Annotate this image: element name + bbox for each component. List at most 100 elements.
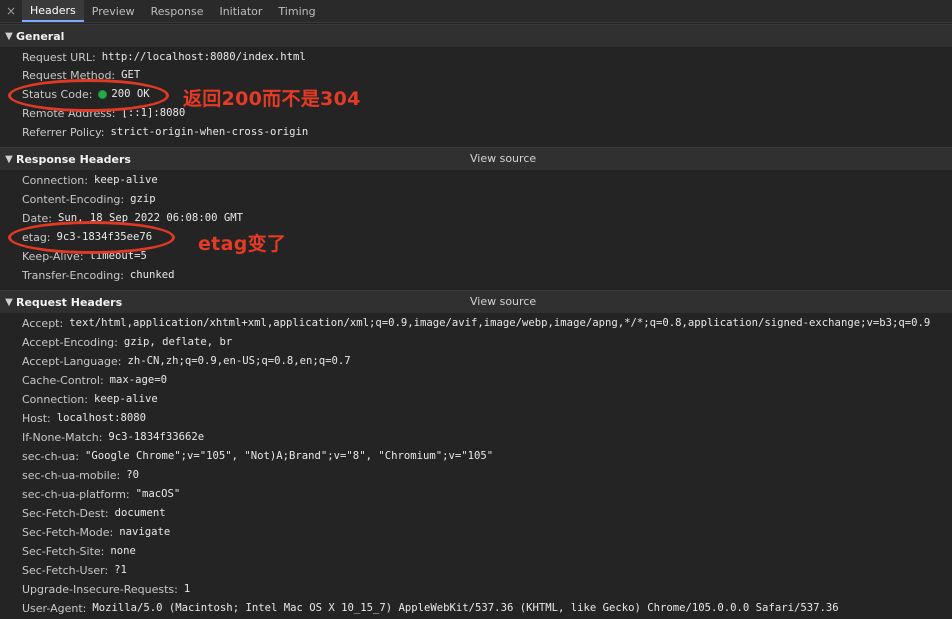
response-key: etag: xyxy=(22,230,51,244)
response-value: keep-alive xyxy=(93,174,158,186)
request-value: ?1 xyxy=(114,564,127,576)
tab-initiator[interactable]: Initiator xyxy=(211,0,270,22)
close-icon[interactable]: × xyxy=(0,0,22,22)
request-row-accept: Accept: text/html,application/xhtml+xml,… xyxy=(22,314,930,332)
response-row-etag: etag: 9c3-1834f35ee76 xyxy=(22,228,152,246)
request-row-sec-fetch-mode: Sec-Fetch-Mode: navigate xyxy=(22,523,170,541)
request-value: document xyxy=(114,507,166,519)
request-value: localhost:8080 xyxy=(56,412,147,424)
general-value: 200 OK xyxy=(111,88,150,100)
request-key: sec-ch-ua-platform: xyxy=(22,487,130,501)
response-headers-title: Response Headers xyxy=(16,152,131,166)
request-value: max-age=0 xyxy=(109,374,168,386)
status-dot-icon xyxy=(98,89,108,99)
request-key: Upgrade-Insecure-Requests: xyxy=(22,582,178,596)
response-view-source-link[interactable]: View source xyxy=(470,152,536,165)
general-value: strict-origin-when-cross-origin xyxy=(110,126,309,138)
general-value: GET xyxy=(121,69,141,81)
response-key: Keep-Alive: xyxy=(22,249,84,263)
request-value: zh-CN,zh;q=0.9,en-US;q=0.8,en;q=0.7 xyxy=(127,355,351,367)
tab-timing[interactable]: Timing xyxy=(270,0,323,22)
request-key: Sec-Fetch-Dest: xyxy=(22,506,109,520)
tab-preview[interactable]: Preview xyxy=(84,0,143,22)
response-key: Date: xyxy=(22,211,52,225)
request-value: keep-alive xyxy=(93,393,158,405)
request-row-sec-ch-ua-mobile: sec-ch-ua-mobile: ?0 xyxy=(22,466,139,484)
response-key: Connection: xyxy=(22,173,88,187)
request-key: Sec-Fetch-Site: xyxy=(22,544,105,558)
request-headers-title: Request Headers xyxy=(16,295,123,309)
request-key: sec-ch-ua: xyxy=(22,449,79,463)
general-key: Referrer Policy: xyxy=(22,125,105,139)
request-key: sec-ch-ua-mobile: xyxy=(22,468,121,482)
tab-response[interactable]: Response xyxy=(143,0,212,22)
general-row-referrer-policy: Referrer Policy: strict-origin-when-cros… xyxy=(22,123,308,141)
general-row-request-method: Request Method: GET xyxy=(22,66,140,84)
chevron-down-icon: ▼ xyxy=(5,296,13,308)
request-key: Accept-Encoding: xyxy=(22,335,118,349)
response-headers-section-header[interactable]: ▼ Response Headers View source xyxy=(0,147,952,170)
response-row-transfer-encoding: Transfer-Encoding: chunked xyxy=(22,266,175,284)
request-value: gzip, deflate, br xyxy=(123,336,233,348)
request-key: Sec-Fetch-Mode: xyxy=(22,525,114,539)
request-row-sec-ch-ua: sec-ch-ua: "Google Chrome";v="105", "Not… xyxy=(22,447,493,465)
request-key: Cache-Control: xyxy=(22,373,104,387)
request-row-cache-control: Cache-Control: max-age=0 xyxy=(22,371,167,389)
response-key: Content-Encoding: xyxy=(22,192,125,206)
chevron-down-icon: ▼ xyxy=(5,153,13,165)
request-value: navigate xyxy=(119,526,171,538)
request-key: If-None-Match: xyxy=(22,430,103,444)
request-value: Mozilla/5.0 (Macintosh; Intel Mac OS X 1… xyxy=(92,602,839,614)
request-key: Accept-Language: xyxy=(22,354,122,368)
general-value: [::1]:8080 xyxy=(121,107,186,119)
tab-headers[interactable]: Headers xyxy=(22,0,84,22)
request-value: 9c3-1834f33662e xyxy=(108,431,205,443)
request-row-connection: Connection: keep-alive xyxy=(22,390,158,408)
request-row-sec-ch-ua-platform: sec-ch-ua-platform: "macOS" xyxy=(22,485,180,503)
response-key: Transfer-Encoding: xyxy=(22,268,124,282)
general-value: http://localhost:8080/index.html xyxy=(101,51,306,63)
general-key: Status Code: xyxy=(22,87,93,101)
response-value: timeout=5 xyxy=(89,250,147,262)
request-key: Accept: xyxy=(22,316,64,330)
request-key: Host: xyxy=(22,411,51,425)
response-value: 9c3-1834f35ee76 xyxy=(56,231,153,243)
etag-annotation-text: etag变了 xyxy=(198,233,287,255)
request-row-host: Host: localhost:8080 xyxy=(22,409,146,427)
request-value: none xyxy=(110,545,136,557)
request-key: Sec-Fetch-User: xyxy=(22,563,109,577)
general-title: General xyxy=(16,29,65,43)
response-value: gzip xyxy=(130,193,156,205)
response-value: chunked xyxy=(129,269,175,281)
request-value: "Google Chrome";v="105", "Not)A;Brand";v… xyxy=(84,450,494,462)
general-key: Request Method: xyxy=(22,68,116,82)
request-value: 1 xyxy=(183,583,191,595)
general-row-status-code: Status Code: 200 OK xyxy=(22,85,150,103)
response-row-content-encoding: Content-Encoding: gzip xyxy=(22,190,156,208)
response-row-connection: Connection: keep-alive xyxy=(22,171,158,189)
request-key: User-Agent: xyxy=(22,601,87,615)
response-value: Sun, 18 Sep 2022 06:08:00 GMT xyxy=(58,212,243,224)
devtools-headers-panel: × Headers Preview Response Initiator Tim… xyxy=(0,0,952,619)
general-key: Remote Address: xyxy=(22,106,116,120)
request-row-accept-encoding: Accept-Encoding: gzip, deflate, br xyxy=(22,333,232,351)
request-value: "macOS" xyxy=(135,488,181,500)
response-row-date: Date: Sun, 18 Sep 2022 06:08:00 GMT xyxy=(22,209,243,227)
chevron-down-icon: ▼ xyxy=(5,30,13,42)
request-row-sec-fetch-site: Sec-Fetch-Site: none xyxy=(22,542,136,560)
request-row-sec-fetch-user: Sec-Fetch-User: ?1 xyxy=(22,561,127,579)
request-view-source-link[interactable]: View source xyxy=(470,295,536,308)
request-value: text/html,application/xhtml+xml,applicat… xyxy=(69,317,931,329)
general-section-header[interactable]: ▼ General xyxy=(0,24,952,47)
request-row-sec-fetch-dest: Sec-Fetch-Dest: document xyxy=(22,504,166,522)
general-key: Request URL: xyxy=(22,50,96,64)
general-row-request-url: Request URL: http://localhost:8080/index… xyxy=(22,48,306,66)
status-annotation-text: 返回200而不是304 xyxy=(183,88,361,110)
request-row-if-none-match: If-None-Match: 9c3-1834f33662e xyxy=(22,428,204,446)
request-value: ?0 xyxy=(126,469,139,481)
general-row-remote-address: Remote Address: [::1]:8080 xyxy=(22,104,185,122)
response-row-keep-alive: Keep-Alive: timeout=5 xyxy=(22,247,147,265)
request-headers-section-header[interactable]: ▼ Request Headers View source xyxy=(0,290,952,313)
tab-bar: × Headers Preview Response Initiator Tim… xyxy=(0,0,952,23)
request-row-user-agent: User-Agent: Mozilla/5.0 (Macintosh; Inte… xyxy=(22,599,839,617)
